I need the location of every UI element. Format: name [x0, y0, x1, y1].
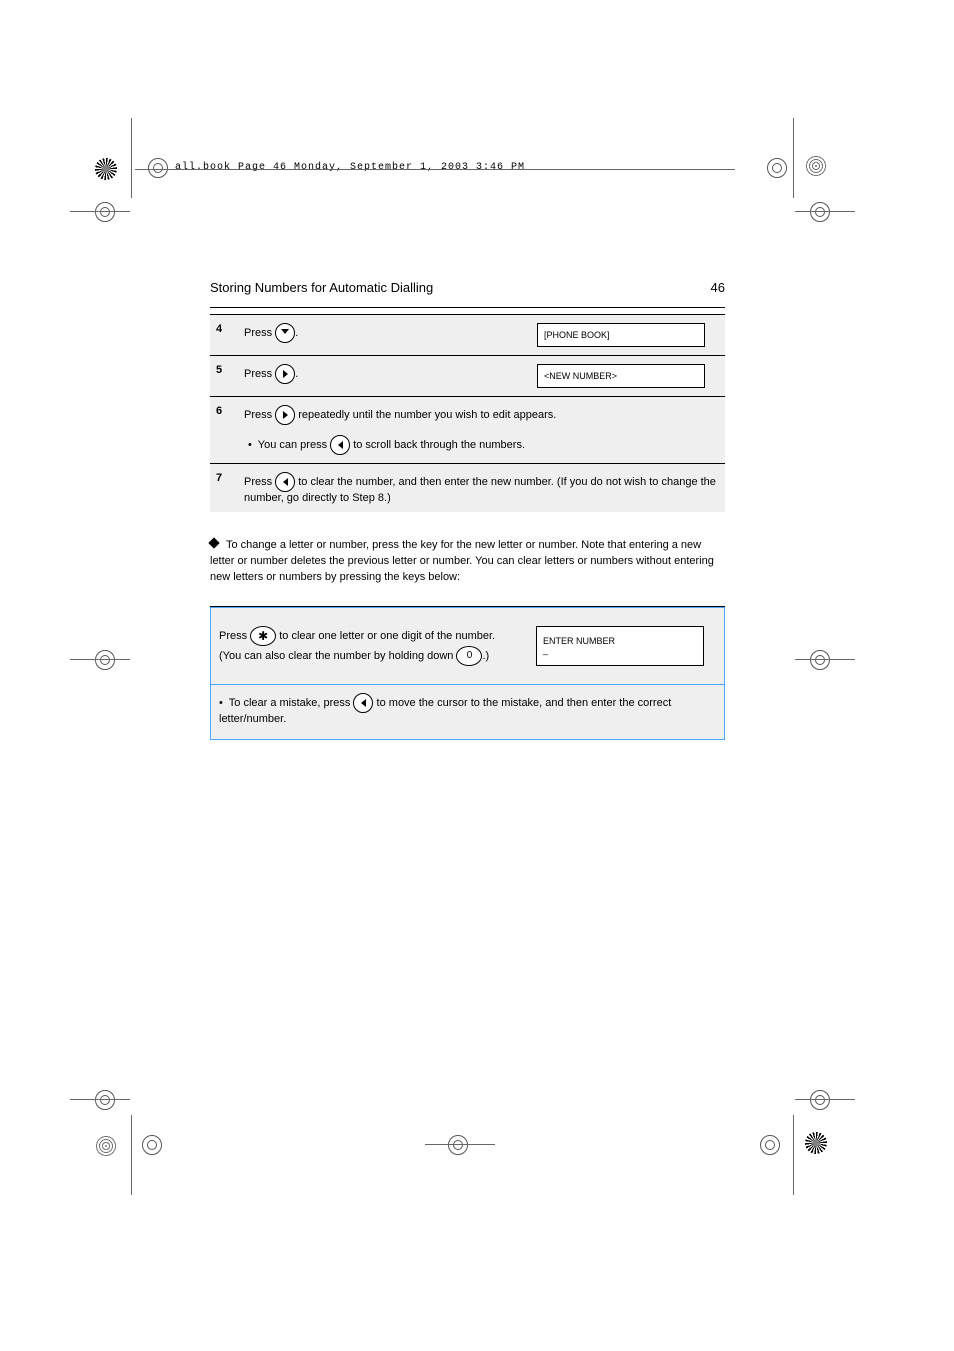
right-arrow-key-icon: [275, 364, 295, 384]
zero-key-icon: 0: [456, 646, 482, 666]
step-row-6: 6 Press repeatedly until the number you …: [210, 397, 725, 464]
crop-ornament: [95, 1135, 117, 1157]
step-row-7: 7 Press to clear the number, and then en…: [210, 464, 725, 513]
crop-register-icon: [810, 202, 830, 222]
step-number: 7: [210, 464, 238, 513]
crop-register-icon: [95, 202, 115, 222]
star-key-icon: ✱: [250, 626, 276, 646]
crop-ornament: [805, 155, 827, 177]
step-sub-text: to scroll back through the numbers.: [353, 439, 525, 451]
step-text: Press: [244, 327, 275, 339]
step-text: Press: [244, 476, 275, 488]
step-row-4: 4 Press . [PHONE BOOK]: [210, 315, 725, 356]
crop-register-icon: [810, 650, 830, 670]
crop-mark: [793, 118, 794, 198]
step-number: 6: [210, 397, 238, 464]
crop-register-icon: [95, 650, 115, 670]
step-sub-text: You can press: [258, 439, 330, 451]
crop-mark: [70, 659, 130, 660]
step-text: Press: [219, 630, 250, 642]
crop-register-icon: [95, 1090, 115, 1110]
crop-mark: [135, 169, 735, 170]
down-arrow-key-icon: [275, 323, 295, 343]
crop-mark: [131, 1115, 132, 1195]
step-text: .: [295, 327, 298, 339]
display-readout: ENTER NUMBER _: [536, 626, 704, 666]
crop-ornament: [805, 1132, 827, 1154]
crop-mark: [425, 1144, 495, 1145]
crop-register-icon: [760, 1135, 780, 1155]
step-text: repeatedly until the number you wish to …: [298, 409, 556, 421]
display-readout: <NEW NUMBER>: [537, 364, 705, 388]
step-text: .): [482, 650, 489, 662]
crop-mark: [70, 1099, 130, 1100]
left-arrow-key-icon: [275, 472, 295, 492]
crop-register-icon: [810, 1090, 830, 1110]
diamond-bullet-icon: [208, 537, 219, 548]
running-header: all.book Page 46 Monday, September 1, 20…: [175, 162, 525, 173]
crop-register-icon: [148, 158, 168, 178]
crop-mark: [793, 1115, 794, 1195]
crop-mark: [795, 1099, 855, 1100]
clear-instruction-row: Press ✱ to clear one letter or one digit…: [210, 606, 725, 740]
step-text: to clear the number, and then enter the …: [244, 476, 716, 504]
steps-table-1: 4 Press . [PHONE BOOK] 5 Press: [210, 314, 725, 512]
step-sub-text: To clear a mistake, press: [229, 697, 354, 709]
step-text: .: [295, 368, 298, 380]
section-title: Storing Numbers for Automatic Dialling: [210, 280, 433, 295]
crop-register-icon: [767, 158, 787, 178]
step-number: 5: [210, 356, 238, 397]
step-text: Press: [244, 368, 275, 380]
step-row-5: 5 Press . <NEW NUMBER>: [210, 356, 725, 397]
body-paragraph: To change a letter or number, press the …: [210, 538, 725, 586]
crop-mark: [131, 118, 132, 198]
step-text: Press: [244, 409, 275, 421]
steps-table-2: Press ✱ to clear one letter or one digit…: [210, 606, 725, 740]
crop-mark: [795, 211, 855, 212]
display-readout: [PHONE BOOK]: [537, 323, 705, 347]
page-number: 46: [711, 280, 725, 295]
crop-mark: [795, 659, 855, 660]
crop-register-icon: [448, 1135, 468, 1155]
crop-mark: [70, 211, 130, 212]
left-arrow-key-icon: [330, 435, 350, 455]
crop-register-icon: [142, 1135, 162, 1155]
right-arrow-key-icon: [275, 405, 295, 425]
crop-ornament: [95, 158, 117, 180]
left-arrow-key-icon: [353, 693, 373, 713]
step-number: 4: [210, 315, 238, 356]
